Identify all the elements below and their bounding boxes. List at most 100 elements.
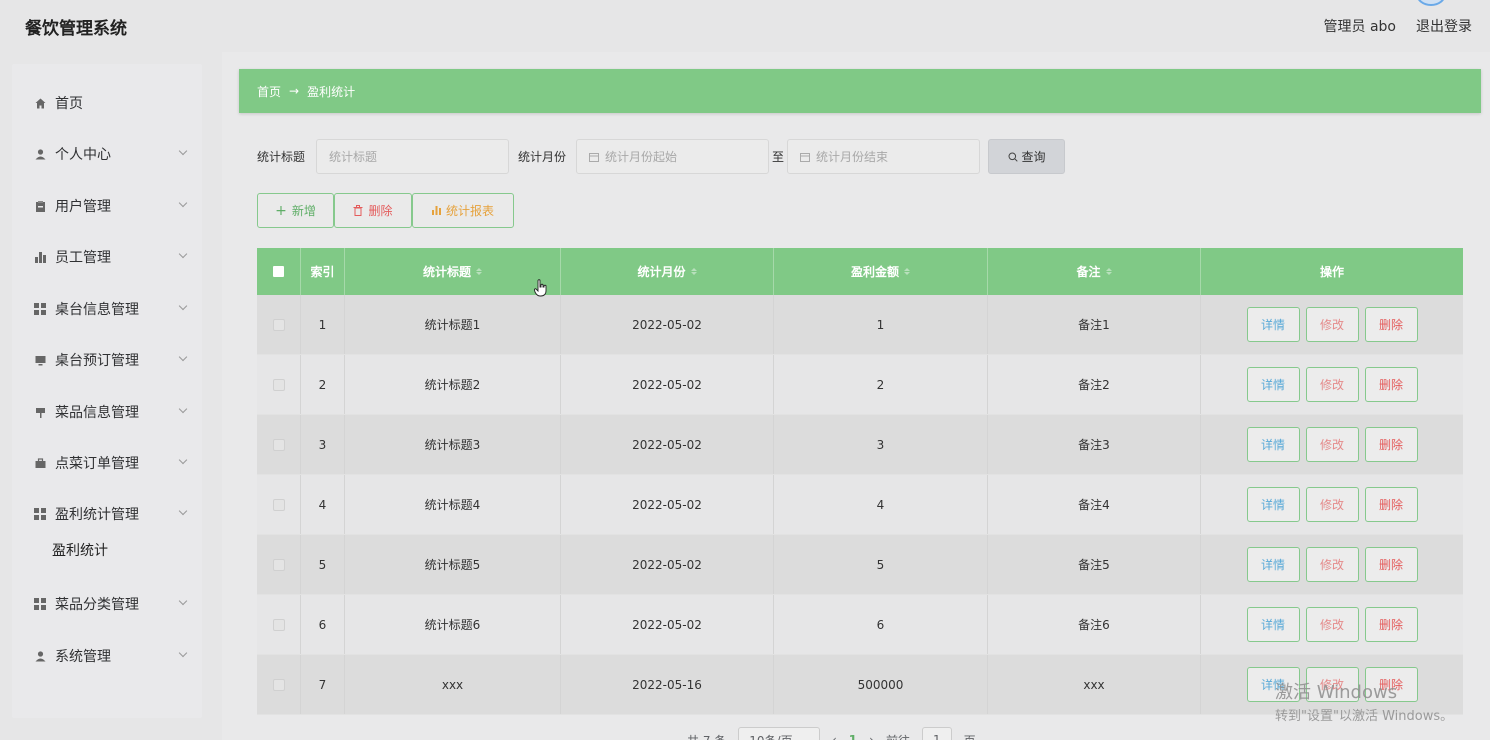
search-button[interactable]: 查询: [988, 139, 1066, 174]
chevron-down-icon: ⌄: [800, 734, 809, 740]
row-checkbox[interactable]: [272, 438, 285, 451]
title-filter-label: 统计标题: [257, 150, 306, 164]
sidebar-item-dish-category[interactable]: 菜品分类管理: [12, 584, 202, 624]
table-row: 3 统计标题3 2022-05-02 3 备注3 详情 修改 删除: [257, 415, 1463, 475]
col-note-header[interactable]: 备注: [988, 248, 1201, 295]
edit-button[interactable]: 修改: [1305, 547, 1359, 582]
delete-button[interactable]: 删除: [1364, 667, 1418, 702]
bar-chart-icon: [431, 206, 441, 215]
month-end-input[interactable]: 统计月份结束: [787, 139, 981, 174]
cell-note: xxx: [988, 655, 1201, 714]
detail-button[interactable]: 详情: [1246, 607, 1300, 642]
select-all-checkbox[interactable]: [273, 266, 284, 277]
delete-button[interactable]: 删除: [1364, 307, 1418, 342]
month-start-input[interactable]: 统计月份起始: [576, 139, 770, 174]
row-checkbox[interactable]: [272, 678, 285, 691]
sidebar-item-table-booking[interactable]: 桌台预订管理: [12, 340, 202, 380]
page-size-select[interactable]: 10条/页 ⌄: [738, 727, 820, 740]
sidebar-item-home[interactable]: 首页: [12, 83, 202, 123]
cell-amount: 5: [774, 535, 988, 594]
detail-button[interactable]: 详情: [1246, 547, 1300, 582]
calendar-icon: [589, 152, 600, 162]
sidebar-subitem-profit-stats[interactable]: 盈利统计: [52, 540, 108, 560]
hand-cursor-icon: [534, 279, 548, 301]
grid-icon: [34, 508, 46, 520]
cell-title: 统计标题5: [345, 535, 561, 594]
row-checkbox[interactable]: [272, 558, 285, 571]
cell-amount: 2: [774, 355, 988, 414]
sidebar-item-order-management[interactable]: 点菜订单管理: [12, 443, 202, 483]
sort-icon[interactable]: [690, 268, 697, 275]
sidebar-item-label: 菜品分类管理: [55, 597, 139, 613]
search-form: 统计标题 统计标题 统计月份 统计月份起始 至 统计月份结束 查询: [257, 139, 1066, 174]
clipboard-icon: [34, 200, 46, 212]
detail-button[interactable]: 详情: [1246, 307, 1300, 342]
breadcrumb: 首页 → 盈利统计: [239, 69, 1481, 113]
sidebar-item-label: 系统管理: [55, 649, 111, 665]
sidebar-item-staff-management[interactable]: 员工管理: [12, 237, 202, 277]
edit-button[interactable]: 修改: [1305, 307, 1359, 342]
next-page-icon[interactable]: ›: [869, 733, 874, 740]
chevron-down-icon: [178, 352, 188, 362]
select-all-cell: [257, 248, 301, 295]
delete-button[interactable]: 删除: [1364, 547, 1418, 582]
sort-icon[interactable]: [1105, 268, 1112, 275]
col-title-header[interactable]: 统计标题: [345, 248, 561, 295]
sidebar-item-system[interactable]: 系统管理: [12, 636, 202, 676]
title-search-input[interactable]: 统计标题: [316, 139, 510, 174]
detail-button[interactable]: 详情: [1246, 667, 1300, 702]
detail-button[interactable]: 详情: [1246, 487, 1300, 522]
detail-button[interactable]: 详情: [1246, 367, 1300, 402]
sidebar-item-profit-stats[interactable]: 盈利统计管理: [12, 494, 202, 534]
row-checkbox[interactable]: [272, 498, 285, 511]
detail-button[interactable]: 详情: [1246, 427, 1300, 462]
cell-title: 统计标题1: [345, 295, 561, 354]
cell-index: 1: [301, 295, 345, 354]
col-month-header[interactable]: 统计月份: [561, 248, 774, 295]
cell-month: 2022-05-16: [561, 655, 774, 714]
user-icon: [34, 650, 46, 662]
cell-title: 统计标题3: [345, 415, 561, 474]
edit-button[interactable]: 修改: [1305, 667, 1359, 702]
sort-icon[interactable]: [904, 268, 910, 275]
sign-icon: [34, 406, 46, 418]
sidebar-item-table-info[interactable]: 桌台信息管理: [12, 289, 202, 329]
breadcrumb-home[interactable]: 首页: [257, 83, 281, 100]
sidebar-item-label: 员工管理: [55, 250, 111, 266]
edit-button[interactable]: 修改: [1305, 367, 1359, 402]
cell-note: 备注1: [988, 295, 1201, 354]
goto-page-input[interactable]: 1: [921, 727, 952, 740]
sidebar-item-dish-info[interactable]: 菜品信息管理: [12, 392, 202, 432]
cell-month: 2022-05-02: [561, 415, 774, 474]
add-button[interactable]: + 新增: [257, 193, 334, 228]
sidebar-item-user-management[interactable]: 用户管理: [12, 186, 202, 226]
delete-button[interactable]: 删除: [1364, 367, 1418, 402]
sidebar-item-personal-center[interactable]: 个人中心: [12, 134, 202, 174]
cell-amount: 3: [774, 415, 988, 474]
edit-button[interactable]: 修改: [1305, 607, 1359, 642]
delete-button[interactable]: 删除: [1364, 607, 1418, 642]
batch-delete-button[interactable]: 删除: [334, 193, 412, 228]
report-button[interactable]: 统计报表: [412, 193, 514, 228]
delete-button[interactable]: 删除: [1364, 427, 1418, 462]
current-page[interactable]: 1: [849, 733, 857, 740]
delete-button[interactable]: 删除: [1364, 487, 1418, 522]
logout-link[interactable]: 退出登录: [1416, 16, 1472, 36]
prev-page-icon[interactable]: ‹: [832, 733, 837, 740]
chevron-down-icon: [178, 596, 188, 606]
action-bar: + 新增 删除 统计报表: [257, 193, 514, 228]
col-amount-header[interactable]: 盈利金额: [774, 248, 988, 295]
sidebar-item-label: 盈利统计管理: [55, 507, 139, 523]
avatar[interactable]: [1416, 0, 1446, 6]
cell-amount: 500000: [774, 655, 988, 714]
user-icon: [34, 148, 46, 160]
edit-button[interactable]: 修改: [1305, 487, 1359, 522]
row-checkbox[interactable]: [272, 318, 285, 331]
edit-button[interactable]: 修改: [1305, 427, 1359, 462]
sort-icon[interactable]: [476, 268, 482, 275]
row-checkbox[interactable]: [272, 378, 285, 391]
current-user[interactable]: 管理员 abo: [1324, 16, 1396, 36]
cell-month: 2022-05-02: [561, 595, 774, 654]
row-checkbox[interactable]: [272, 618, 285, 631]
chevron-down-icon: [178, 455, 188, 465]
